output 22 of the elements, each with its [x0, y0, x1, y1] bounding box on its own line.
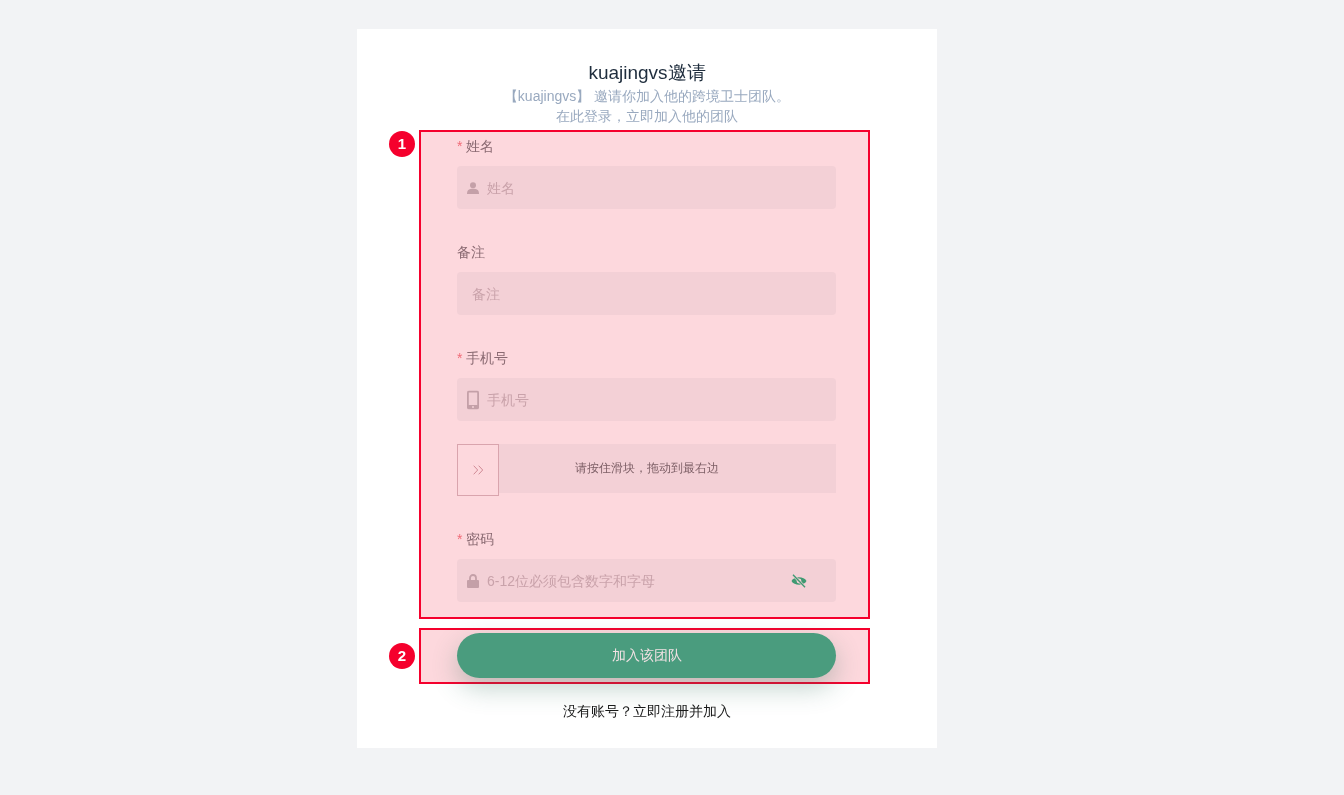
required-asterisk: *: [457, 349, 463, 368]
invite-subtitle: 【kuajingvs】 邀请你加入他的跨境卫士团队。: [503, 87, 791, 106]
double-chevron-icon: [472, 465, 484, 475]
field-label: 手机号: [466, 349, 509, 368]
field-label: 备注: [457, 243, 485, 262]
step-marker: 2: [389, 643, 415, 669]
invite-subtitle: 在此登录，立即加入他的团队: [556, 107, 738, 126]
required-asterisk: *: [457, 530, 463, 549]
join-team-button[interactable]: 加入该团队: [457, 633, 836, 678]
user-icon: [467, 181, 479, 194]
required-asterisk: *: [457, 137, 463, 156]
step-marker: 1: [389, 131, 415, 157]
slider-handle[interactable]: [457, 444, 499, 496]
field-label: 密码: [466, 530, 495, 549]
field-label: 姓名: [466, 137, 495, 156]
slide-hint: 请按住滑块，拖动到最右边: [573, 460, 720, 477]
register-prompt: 没有账号？: [563, 702, 633, 721]
eye-off-icon[interactable]: [791, 573, 807, 588]
page-title: kuajingvs邀请: [588, 61, 706, 85]
lock-icon: [467, 573, 479, 588]
register-link[interactable]: 立即注册并加入: [633, 701, 731, 721]
slide-verify-track[interactable]: 请按住滑块，拖动到最右边: [457, 444, 836, 496]
